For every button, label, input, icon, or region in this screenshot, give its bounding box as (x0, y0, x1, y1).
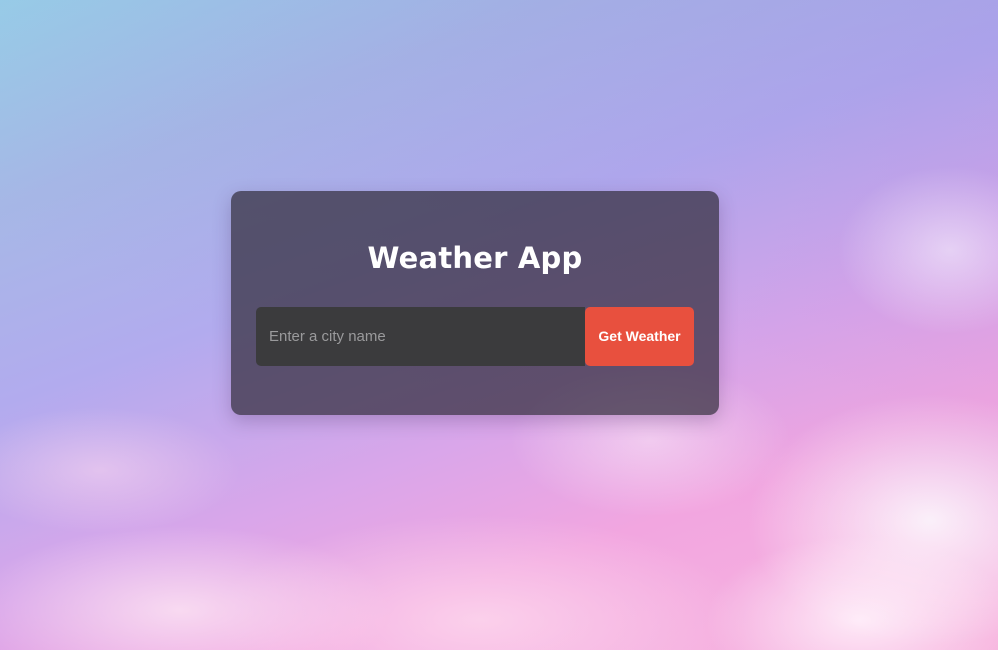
app-title: Weather App (367, 241, 583, 275)
search-form: Get Weather (256, 307, 694, 366)
city-input[interactable] (256, 307, 585, 366)
get-weather-button[interactable]: Get Weather (585, 307, 694, 366)
weather-card: Weather App Get Weather (231, 191, 719, 415)
